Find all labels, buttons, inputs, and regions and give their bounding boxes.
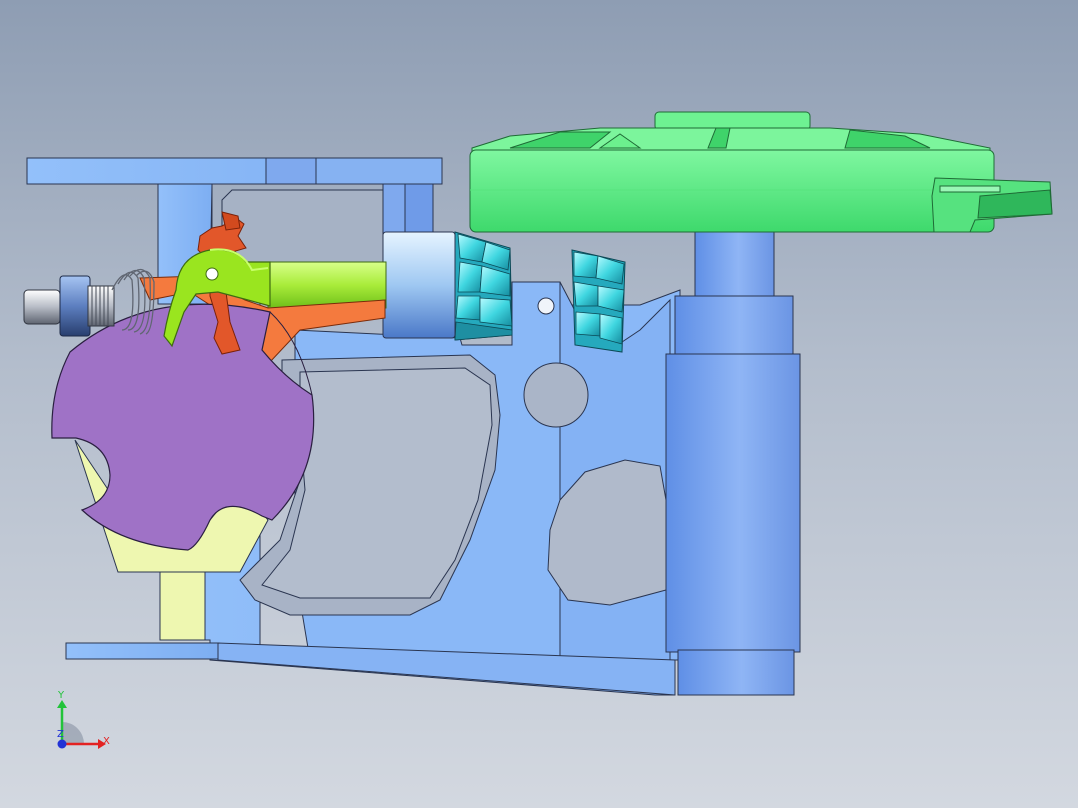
coordinate-triad: X Y Z (57, 690, 110, 749)
triad-x-label: X (103, 736, 110, 747)
frame-bore-hole (523, 362, 589, 428)
pawl-pivot (205, 267, 219, 281)
frame-pin-hole (537, 297, 555, 315)
spindle-foot (677, 649, 795, 696)
gear-rim (469, 149, 995, 233)
support-stem (159, 571, 206, 641)
hex-nut (59, 275, 91, 337)
threaded-bolt[interactable] (23, 275, 115, 337)
triad-y-label: Y (57, 690, 65, 701)
foot-plate (65, 642, 220, 660)
upper-bracket-cap (315, 157, 443, 185)
model-canvas: X Y Z (23, 111, 1053, 749)
spindle-collar (674, 295, 794, 359)
bevel-gear-right[interactable] (571, 249, 626, 353)
bolt-end (23, 289, 61, 325)
gear-hub-top (654, 111, 811, 131)
shaft-collar (382, 231, 456, 339)
vertical-spindle[interactable] (665, 231, 801, 696)
bevel-gear-left[interactable] (454, 231, 513, 341)
z-axis-dot-icon (57, 739, 67, 749)
top-spur-gear[interactable] (469, 111, 1053, 233)
triad-quadrant (62, 722, 84, 744)
spindle-top (694, 231, 775, 299)
triad-z-label: Z (57, 729, 64, 740)
y-axis-arrow-icon (57, 700, 67, 708)
cad-viewport[interactable]: X Y Z (0, 0, 1078, 808)
spindle-housing (665, 353, 801, 653)
